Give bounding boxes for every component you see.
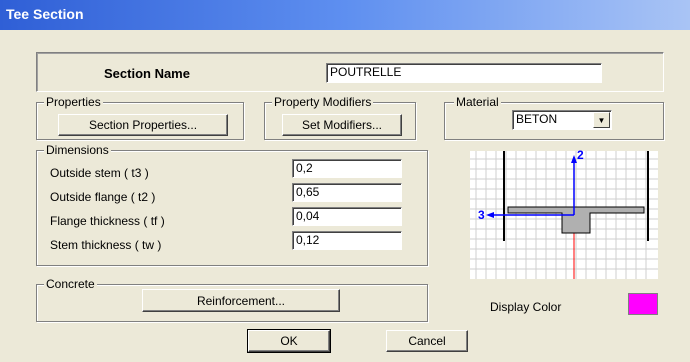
properties-group-label: Properties (44, 95, 103, 109)
cancel-button[interactable]: Cancel (386, 330, 468, 352)
concrete-group-label: Concrete (44, 277, 97, 291)
stem-thickness-input[interactable]: 0,12 (292, 231, 402, 250)
section-name-label: Section Name (104, 66, 190, 81)
dimension-label-stem-thickness: Stem thickness ( tw ) (50, 238, 162, 252)
dimension-label-outside-flange: Outside flange ( t2 ) (50, 190, 156, 204)
set-modifiers-button[interactable]: Set Modifiers... (282, 114, 402, 136)
outside-stem-input[interactable]: 0,2 (292, 159, 402, 178)
material-dropdown[interactable]: BETON ▼ (512, 110, 612, 130)
reinforcement-button[interactable]: Reinforcement... (142, 289, 340, 312)
flange-thickness-input[interactable]: 0,04 (292, 207, 402, 226)
section-name-input[interactable]: POUTRELLE (326, 63, 602, 83)
display-color-label: Display Color (490, 300, 562, 314)
material-group-label: Material (454, 95, 501, 109)
section-preview: 2 3 (470, 148, 658, 279)
section-preview-drawing (470, 151, 658, 279)
property-modifiers-group-label: Property Modifiers (272, 95, 374, 109)
display-color-swatch[interactable] (628, 293, 658, 315)
dimension-label-outside-stem: Outside stem ( t3 ) (50, 166, 149, 180)
chevron-down-icon[interactable]: ▼ (593, 112, 610, 128)
title-bar[interactable]: Tee Section (0, 0, 690, 30)
ok-button[interactable]: OK (247, 329, 331, 353)
axis-label-vertical: 2 (577, 148, 584, 162)
axis-label-horizontal: 3 (478, 208, 485, 222)
dimensions-group-label: Dimensions (44, 143, 111, 157)
dimension-label-flange-thickness: Flange thickness ( tf ) (50, 214, 165, 228)
section-properties-button[interactable]: Section Properties... (58, 114, 228, 136)
outside-flange-input[interactable]: 0,65 (292, 183, 402, 202)
material-selected: BETON (516, 112, 558, 126)
window-title: Tee Section (6, 6, 84, 22)
